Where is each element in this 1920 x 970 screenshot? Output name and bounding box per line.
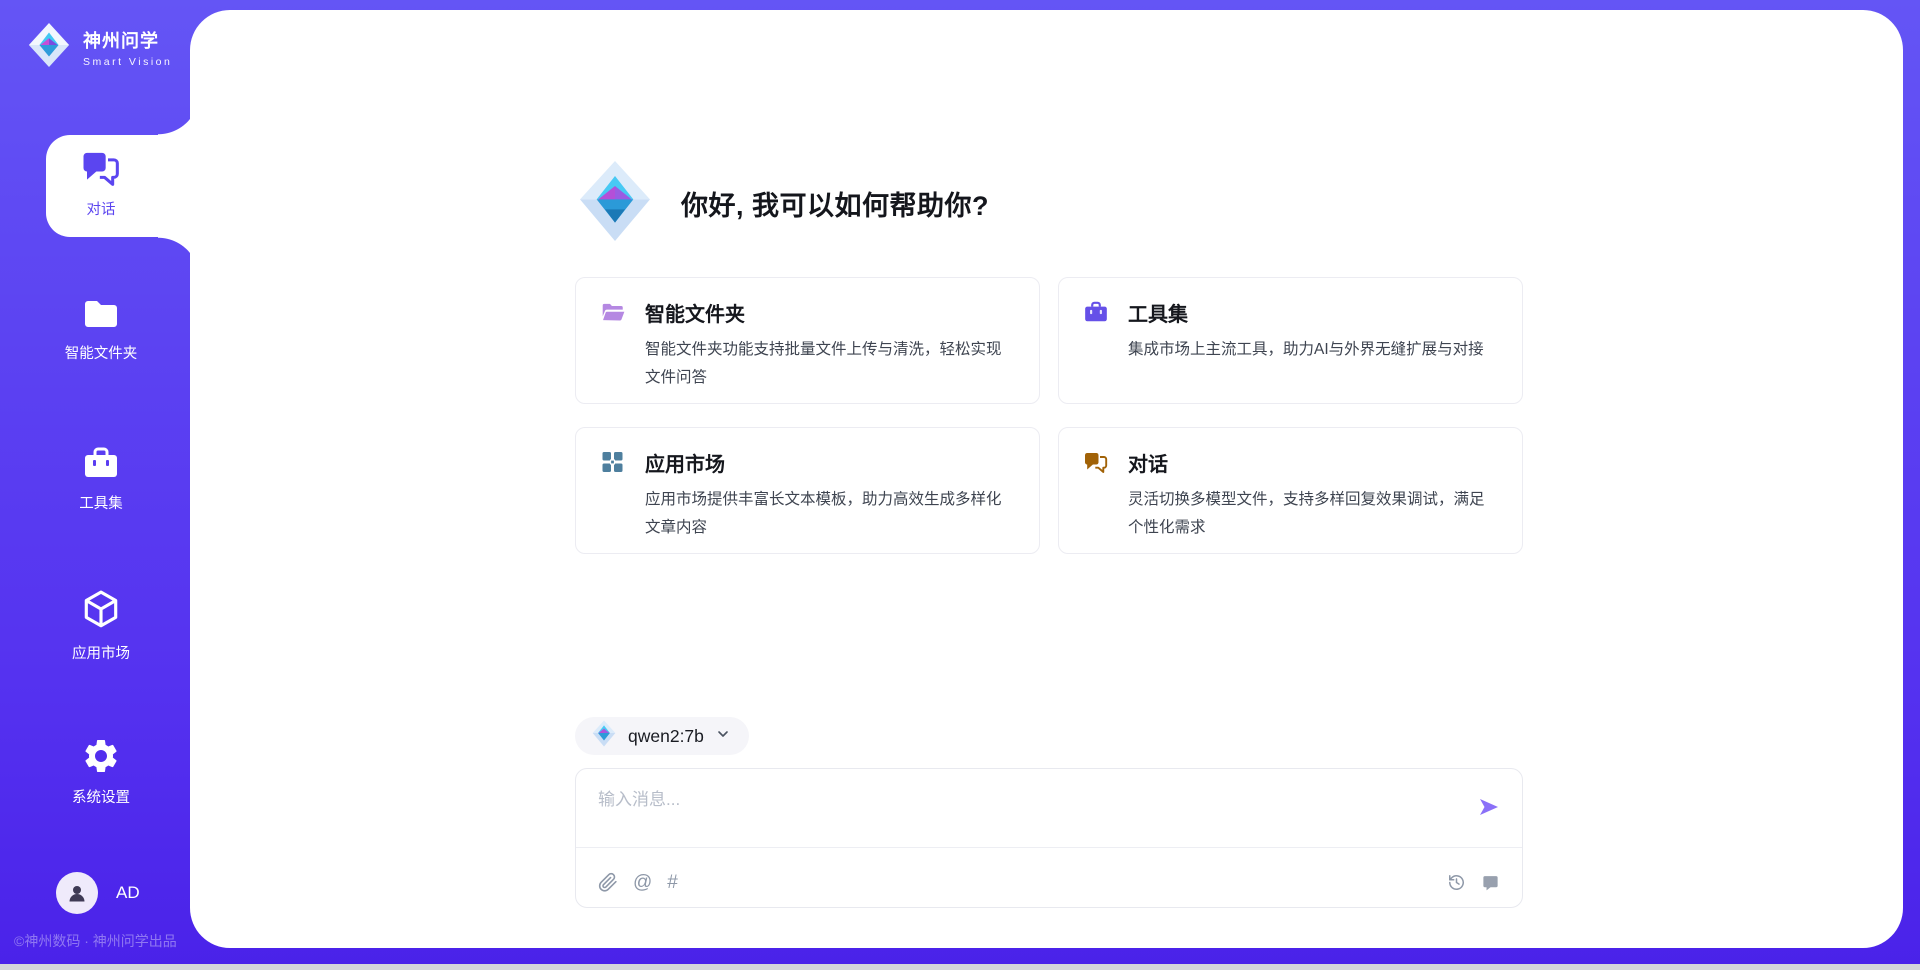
person-icon [65,881,89,905]
sidebar-item-label: 应用市场 [40,642,162,663]
brand-logo-block: 神州问学 Smart Vision [26,22,172,73]
card-description: 应用市场提供丰富长文本模板，助力高效生成多样化文章内容 [645,486,1003,542]
greeting-block: 你好, 我可以如何帮助你? [575,160,989,246]
history-button[interactable] [1447,873,1466,892]
briefcase-icon [81,444,121,487]
sidebar-item-settings[interactable]: 系统设置 [40,736,162,807]
card-toolkit[interactable]: 工具集 集成市场上主流工具，助力AI与外界无缝扩展与对接 [1058,277,1523,404]
sidebar-item-label: 智能文件夹 [40,342,162,363]
history-icon [1447,873,1466,892]
folder-icon [81,296,121,337]
model-name: qwen2:7b [628,726,704,747]
attach-file-button[interactable] [598,872,618,893]
sidebar-item-app-market[interactable]: 应用市场 [40,588,162,663]
card-title: 对话 [1128,448,1486,477]
message-composer: @ # [575,768,1523,908]
folder-open-icon [600,300,626,403]
card-description: 智能文件夹功能支持批量文件上传与清洗，轻松实现文件问答 [645,336,1003,392]
card-chat[interactable]: 对话 灵活切换多模型文件，支持多样回复效果调试，满足个性化需求 [1058,427,1523,554]
chat-square-icon [1481,873,1500,892]
window-bottom-edge [0,964,1920,970]
message-input[interactable] [598,785,1458,843]
brand-name: 神州问学 [83,27,172,53]
grid-icon [600,450,626,553]
send-icon [1477,795,1501,819]
at-icon[interactable]: @ [633,873,652,892]
send-button[interactable] [1476,795,1502,821]
avatar[interactable] [56,872,98,914]
card-smart-folder[interactable]: 智能文件夹 智能文件夹功能支持批量文件上传与清洗，轻松实现文件问答 [575,277,1040,404]
card-description: 灵活切换多模型文件，支持多样回复效果调试，满足个性化需求 [1128,486,1486,542]
tab-curve-top [158,93,204,135]
sidebar-item-label: 系统设置 [40,786,162,807]
card-title: 工具集 [1128,298,1484,327]
composer-toolbar: @ # [598,866,1500,898]
card-app-market[interactable]: 应用市场 应用市场提供丰富长文本模板，助力高效生成多样化文章内容 [575,427,1040,554]
card-title: 智能文件夹 [645,298,1003,327]
chat-icon [80,148,122,193]
chevron-down-icon [715,726,731,747]
sidebar-item-smart-folder[interactable]: 智能文件夹 [40,296,162,363]
greeting-title: 你好, 我可以如何帮助你? [681,184,989,223]
logo-diamond-icon [591,720,617,752]
greeting-logo-icon [575,159,655,248]
brand-diamond-icon [26,22,72,73]
feature-cards: 智能文件夹 智能文件夹功能支持批量文件上传与清洗，轻松实现文件问答 工具集 集成… [575,277,1523,554]
user-name: AD [116,883,140,903]
sidebar-item-label: 对话 [40,198,162,219]
card-description: 集成市场上主流工具，助力AI与外界无缝扩展与对接 [1128,336,1484,364]
user-account[interactable]: AD [56,872,140,914]
tab-curve-bottom [158,237,204,279]
card-title: 应用市场 [645,448,1003,477]
cube-icon [80,588,122,637]
chat-icon [1083,450,1109,553]
brand-subtitle: Smart Vision [83,56,172,68]
sidebar-item-chat[interactable]: 对话 [40,148,162,219]
model-selector[interactable]: qwen2:7b [575,717,749,755]
composer-divider [576,847,1522,848]
gear-icon [81,736,121,781]
sidebar-item-toolkit[interactable]: 工具集 [40,444,162,513]
hash-icon[interactable]: # [667,873,678,892]
sidebar-item-label: 工具集 [40,492,162,513]
briefcase-icon [1083,300,1109,403]
paperclip-icon [598,872,618,893]
chat-history-button[interactable] [1481,873,1500,892]
sidebar-footer: ©神州数码 · 神州问学出品 [14,931,204,951]
